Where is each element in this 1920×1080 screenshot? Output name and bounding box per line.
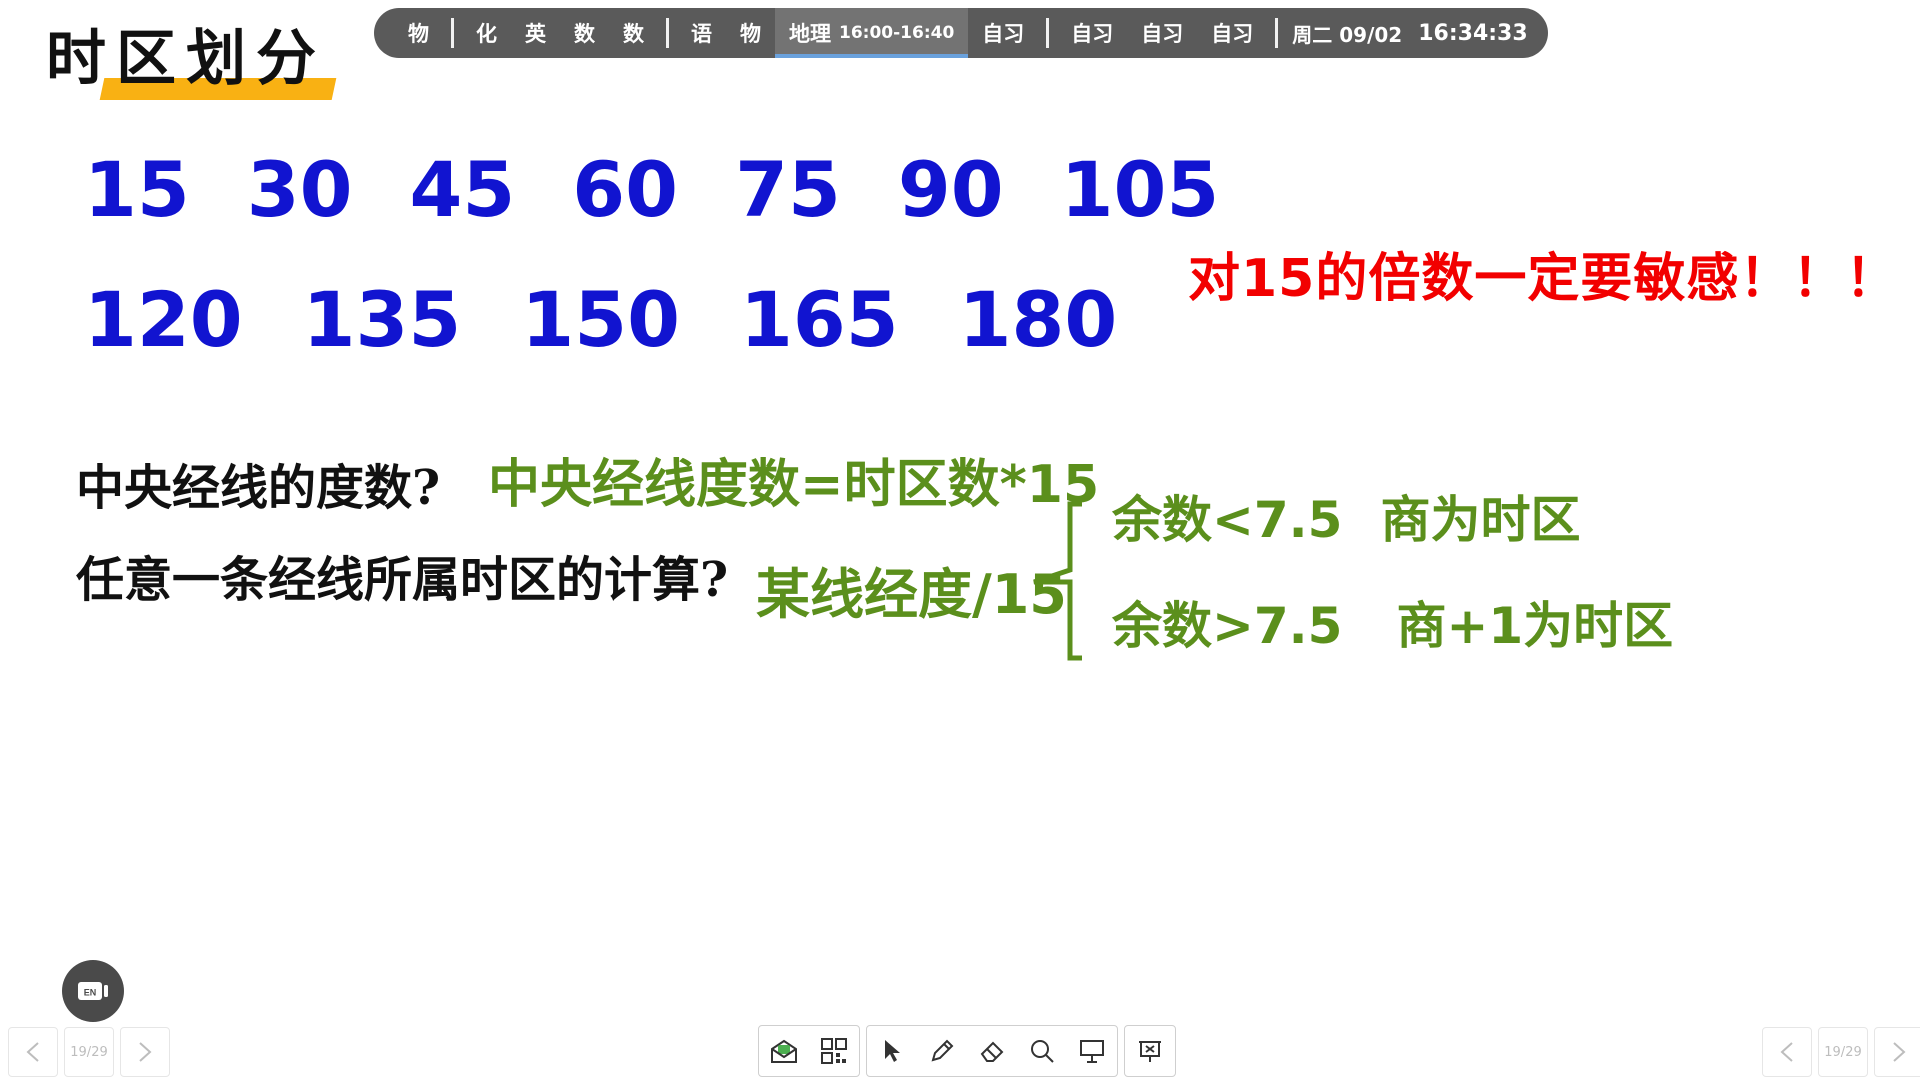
multiple-number: 30 [246, 145, 353, 234]
schedule-item[interactable]: 数 [560, 8, 609, 58]
slide-title: 时区划分 [46, 24, 326, 94]
multiple-number: 60 [572, 145, 679, 234]
answer-central-meridian: 中央经线度数=时区数*15 [488, 455, 1100, 515]
message-button[interactable] [759, 1026, 809, 1076]
chevron-left-icon [1780, 1042, 1793, 1062]
zoom-tool-button[interactable] [1017, 1026, 1067, 1076]
multiple-number: 90 [897, 145, 1004, 234]
emphasis-note: 对15的倍数一定要敏感！！！ [1188, 249, 1899, 309]
schedule-date: 周二 09/02 [1292, 22, 1403, 47]
toolbar-group-annotate [866, 1025, 1118, 1077]
case-remainder-greater: 余数>7.5 商+1为时区 [1112, 586, 1673, 658]
toolbar-group-share [758, 1025, 860, 1077]
schedule-separator [1046, 18, 1050, 48]
slide-control-icon [1139, 1041, 1161, 1062]
pen-icon [931, 1039, 954, 1062]
toolbar-group-slide [1124, 1025, 1176, 1077]
schedule-clock: 16:34:33 [1418, 20, 1528, 46]
curly-brace-shape [1033, 501, 1082, 661]
schedule-separator [451, 18, 454, 48]
schedule-item[interactable]: 自习 [1057, 8, 1127, 58]
page-nav-left: 19/29 [8, 1027, 170, 1077]
schedule-item[interactable]: 语 [677, 8, 726, 58]
question-timezone-calc: 任意一条经线所属时区的计算? [76, 552, 729, 608]
whiteboard-button[interactable] [1067, 1026, 1117, 1076]
schedule-separator [666, 18, 669, 48]
chevron-left-icon [26, 1042, 39, 1062]
eraser-icon [980, 1041, 1004, 1062]
cursor-icon [885, 1040, 900, 1062]
schedule-separator [1275, 18, 1279, 48]
message-icon [771, 1039, 797, 1063]
case-result: 商为时区 [1380, 491, 1581, 549]
multiple-number: 15 [84, 145, 190, 234]
slide-control-button[interactable] [1125, 1026, 1175, 1076]
schedule-item[interactable]: 自习 [968, 8, 1038, 58]
multiple-number: 45 [409, 145, 516, 234]
case-condition: 余数<7.5 [1112, 491, 1343, 549]
annotation-toolbar [758, 1025, 1176, 1077]
chevron-right-icon [139, 1042, 152, 1062]
language-label: EN [84, 988, 97, 998]
multiple-number: 75 [735, 145, 841, 234]
eraser-tool-button[interactable] [967, 1026, 1017, 1076]
current-period-time: 16:00-16:40 [839, 23, 955, 43]
prev-page-button[interactable] [8, 1027, 58, 1077]
slide-title-block: 时区划分 [44, 6, 344, 106]
multiple-number: 180 [958, 275, 1118, 364]
qr-code-button[interactable] [809, 1026, 859, 1076]
chevron-right-icon [1893, 1042, 1906, 1062]
schedule-item[interactable]: 自习 [1197, 8, 1267, 58]
case-result: 商+1为时区 [1396, 597, 1674, 655]
magnifier-icon [1031, 1040, 1054, 1063]
prev-page-button[interactable] [1762, 1027, 1812, 1077]
qr-grid-icon [821, 1038, 847, 1064]
case-condition: 余数>7.5 [1112, 597, 1343, 655]
page-indicator[interactable]: 19/29 [1818, 1027, 1868, 1077]
select-tool-button[interactable] [867, 1026, 917, 1076]
language-icon: EN [78, 982, 108, 1000]
next-page-button[interactable] [120, 1027, 170, 1077]
schedule-item[interactable]: 自习 [1127, 8, 1197, 58]
pen-tool-button[interactable] [917, 1026, 967, 1076]
multiple-number: 120 [84, 275, 243, 364]
multiple-number: 105 [1060, 145, 1220, 234]
multiple-number: 150 [521, 275, 680, 364]
case-remainder-less: 余数<7.5 商为时区 [1112, 480, 1580, 552]
display-icon [1080, 1040, 1104, 1063]
schedule-item[interactable]: 数 [609, 8, 658, 58]
next-page-button[interactable] [1874, 1027, 1920, 1077]
schedule-item[interactable]: 英 [511, 8, 560, 58]
current-subject: 地理 [789, 22, 831, 46]
question-central-meridian: 中央经线的度数? [76, 460, 441, 516]
multiple-number: 165 [739, 275, 899, 364]
page-nav-right: 19/29 [1762, 1027, 1920, 1077]
multiples-row-2: 120 135 150 165 180 [84, 275, 1177, 364]
class-schedule-bar: 物 化 英 数 数 语 物 地理 16:00-16:40 自习 自习 自习 自习… [374, 8, 1548, 58]
multiples-row-1: 15 30 45 60 75 90 105 [84, 145, 1276, 234]
schedule-item[interactable]: 物 [726, 8, 775, 58]
answer-timezone-calc: 某线经度/15 [756, 563, 1067, 626]
schedule-item[interactable]: 化 [462, 8, 511, 58]
schedule-item[interactable]: 物 [394, 8, 443, 58]
schedule-item-current[interactable]: 地理 16:00-16:40 [775, 8, 969, 58]
page-indicator[interactable]: 19/29 [64, 1027, 114, 1077]
multiple-number: 135 [302, 275, 462, 364]
language-toggle-button[interactable]: EN [62, 960, 124, 1022]
